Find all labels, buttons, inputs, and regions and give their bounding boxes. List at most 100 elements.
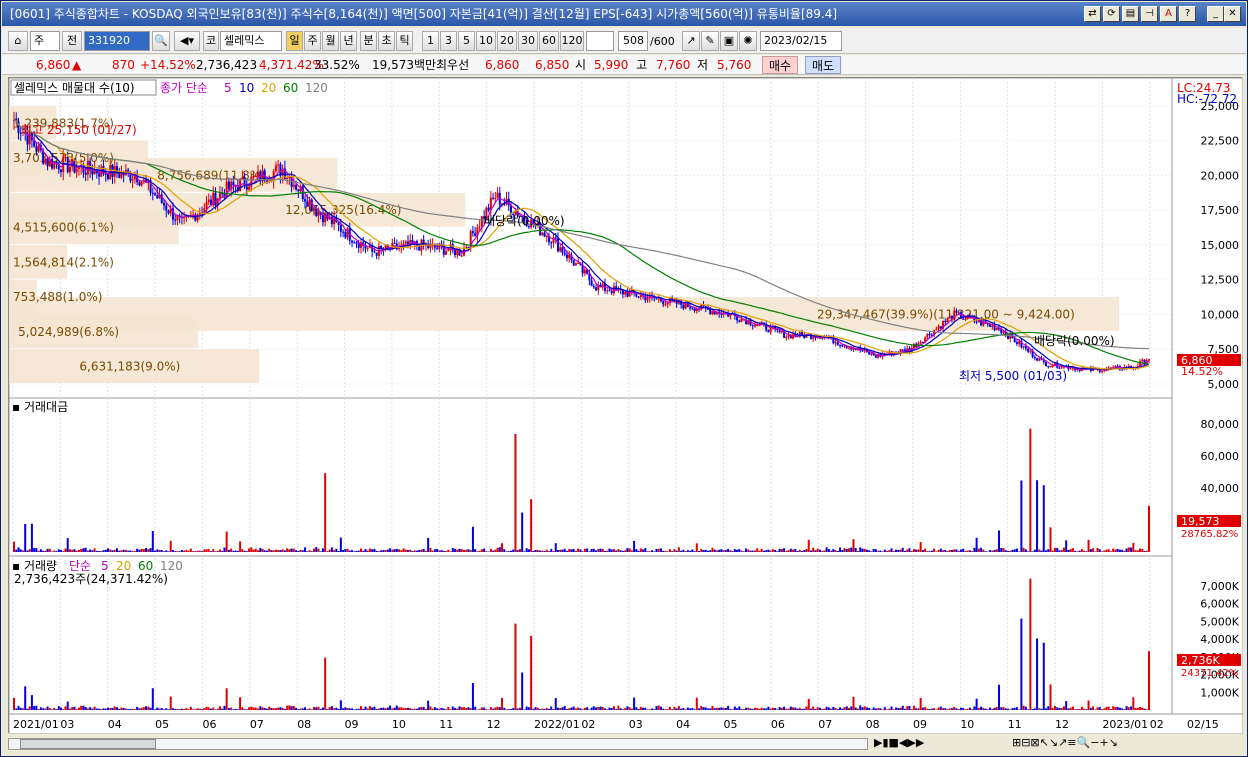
scroll-thumb[interactable] xyxy=(20,739,156,749)
period-day[interactable]: 일 xyxy=(286,31,303,51)
period-minute[interactable]: 분 xyxy=(360,31,377,51)
font-icon[interactable]: A xyxy=(1160,6,1177,22)
amount-bar xyxy=(236,550,239,552)
volume-bar xyxy=(648,709,651,710)
volume-bar xyxy=(1089,707,1092,710)
period-month[interactable]: 월 xyxy=(322,31,339,51)
volume-bar xyxy=(1029,578,1032,710)
candle-body xyxy=(1049,365,1052,367)
volume-bar xyxy=(635,707,638,710)
date-input[interactable]: 2023/02/15 xyxy=(760,31,842,51)
amount-bar xyxy=(286,548,289,552)
volume-bar xyxy=(21,708,24,710)
volume-bar xyxy=(995,707,998,710)
period-second[interactable]: 초 xyxy=(378,31,395,51)
amount-bar xyxy=(364,549,367,552)
amount-bar xyxy=(509,550,512,552)
volume-bar xyxy=(218,706,221,710)
amount-bar xyxy=(798,549,801,552)
volume-bar xyxy=(1004,708,1007,710)
sell-button[interactable]: 매도 xyxy=(805,56,842,74)
play-controls-icon[interactable]: ▶▮■◀▶▶ xyxy=(874,736,924,749)
interval-20[interactable]: 20 xyxy=(497,31,517,51)
scroll-bar[interactable]: ▶▮■◀▶▶ ⊞⊟⊠↖↘↗≡🔍−+↘ xyxy=(2,734,1246,754)
period-tick[interactable]: 틱 xyxy=(396,31,413,51)
volume-bar xyxy=(151,688,154,710)
interval-3[interactable]: 3 xyxy=(440,31,457,51)
volume-tick-label: 6,000K xyxy=(1200,598,1239,611)
save-icon[interactable]: ▣ xyxy=(720,31,738,51)
volume-bar xyxy=(825,706,828,710)
amount-bar xyxy=(433,549,436,552)
volume-bar xyxy=(241,707,244,710)
bid-price: 6,850 xyxy=(535,58,570,72)
close-button[interactable]: ✕ xyxy=(1224,6,1241,22)
volume-bar xyxy=(1011,708,1014,710)
amount-bar xyxy=(919,542,922,552)
volume-bar xyxy=(530,635,533,710)
window-title: [0601] 주식종합차트 - KOSDAQ 외국인보유[83(천)] 주식수[… xyxy=(10,7,838,21)
interval-120[interactable]: 120 xyxy=(560,31,584,51)
volume-bar xyxy=(1136,707,1139,710)
code-input[interactable]: 331920 xyxy=(84,31,150,51)
amount-bar xyxy=(774,550,777,552)
market-select[interactable]: 주 xyxy=(30,31,60,51)
print-icon[interactable]: ▤ xyxy=(1122,6,1139,22)
buy-button[interactable]: 매수 xyxy=(762,56,799,74)
interval-custom[interactable] xyxy=(586,31,614,51)
amount-bar xyxy=(836,550,839,552)
volume-bar xyxy=(1148,651,1150,710)
amount-bar xyxy=(259,547,262,552)
amount-bar xyxy=(854,548,857,552)
volume-bar xyxy=(301,708,304,710)
tool-icon[interactable]: ✎ xyxy=(701,31,719,51)
zoom-tools-icon[interactable]: ⊞⊟⊠↖↘↗≡🔍−+↘ xyxy=(1012,736,1118,749)
interval-10[interactable]: 10 xyxy=(476,31,496,51)
period-week[interactable]: 주 xyxy=(304,31,321,51)
candle-body xyxy=(964,318,967,320)
sound-icon[interactable]: ◀▾ xyxy=(174,31,200,51)
volume-bar xyxy=(686,707,689,710)
amount-bar xyxy=(644,548,647,552)
volume-bar xyxy=(178,709,181,710)
volume-bar xyxy=(295,707,298,710)
volume-bar xyxy=(214,709,217,710)
candle-body xyxy=(245,186,248,190)
period-year[interactable]: 년 xyxy=(340,31,357,51)
amount-bar xyxy=(686,550,689,552)
prev-button[interactable]: 전 xyxy=(62,31,82,51)
x-tick-label: 08 xyxy=(297,718,311,731)
settings-icon[interactable]: ↗ xyxy=(682,31,700,51)
minimize-button[interactable]: _ xyxy=(1207,6,1224,22)
volume-bar xyxy=(1116,707,1119,710)
volume-bar xyxy=(391,708,394,710)
x-tick-label: 02 xyxy=(1150,718,1164,731)
volume-bar xyxy=(259,706,262,710)
gear-icon[interactable]: ✺ xyxy=(739,31,757,51)
chart-area[interactable]: 2021/01 03 04 05 06 07 08 09 10 11 12 2022/01 02 03 04… xyxy=(8,77,1243,734)
count-input[interactable]: 508 xyxy=(618,31,648,51)
volume-bar xyxy=(700,705,703,710)
search-icon[interactable]: 🔍 xyxy=(152,31,170,51)
amount-bar xyxy=(30,523,33,552)
amount-bar xyxy=(245,551,248,552)
amount-bar xyxy=(431,550,434,552)
amount-bar xyxy=(158,549,161,552)
amount-bar xyxy=(454,548,457,552)
volume-bar xyxy=(1022,705,1025,710)
amount-bar xyxy=(850,547,853,552)
refresh-icon[interactable]: ⟳ xyxy=(1103,6,1120,22)
interval-30[interactable]: 30 xyxy=(518,31,538,51)
lock-icon[interactable]: ⌂ xyxy=(8,31,28,51)
stock-chart[interactable]: 2021/01 03 04 05 06 07 08 09 10 11 12 2022/01 02 03 04… xyxy=(9,78,1243,734)
interval-60[interactable]: 60 xyxy=(539,31,559,51)
volume-bar xyxy=(953,706,956,710)
link-icon[interactable]: ⇄ xyxy=(1084,6,1101,22)
pin-icon[interactable]: ⊣ xyxy=(1141,6,1158,22)
volume-bar xyxy=(321,707,324,710)
interval-5[interactable]: 5 xyxy=(458,31,475,51)
interval-1[interactable]: 1 xyxy=(422,31,439,51)
candle-body xyxy=(1029,350,1032,352)
help-icon[interactable]: ? xyxy=(1179,6,1196,22)
ma-label: 종가 단순 xyxy=(160,81,208,95)
